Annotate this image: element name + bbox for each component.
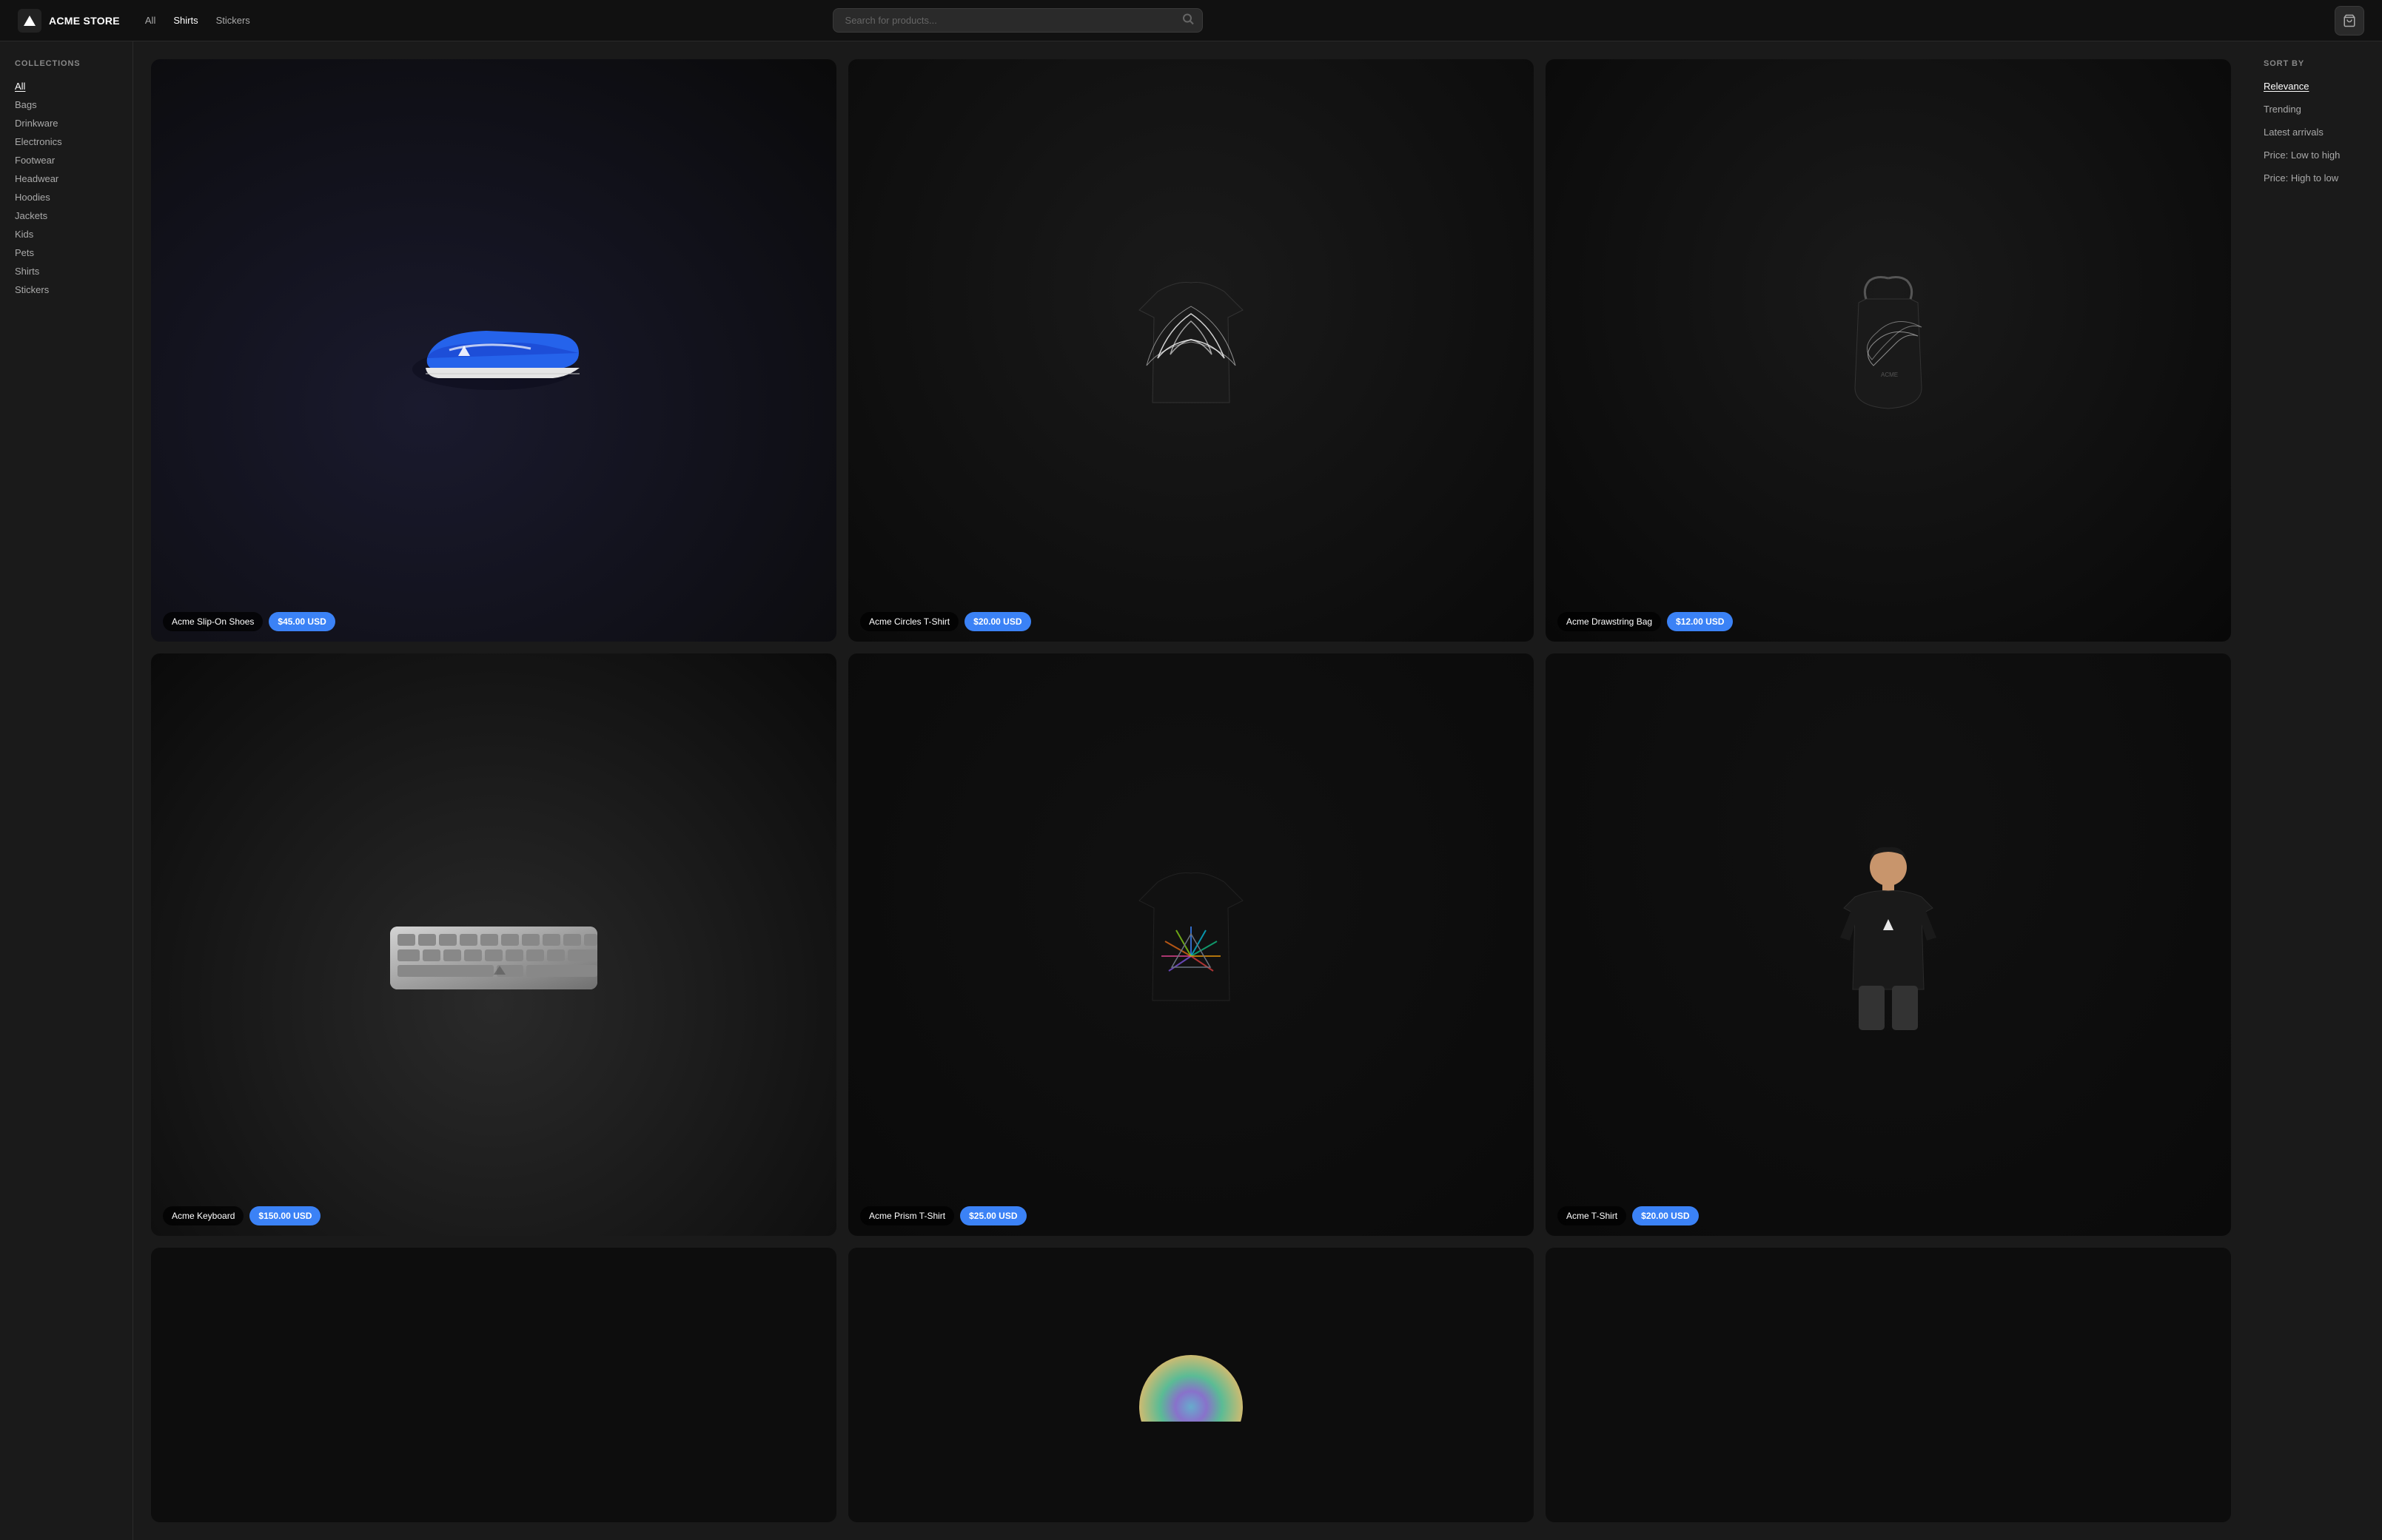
product-bg-9	[1546, 1248, 2231, 1521]
shirt1-illustration	[848, 59, 1534, 642]
product-label-3: Acme Drawstring Bag $12.00 USD	[1546, 602, 2231, 642]
product-price-4: $150.00 USD	[249, 1206, 321, 1225]
product-card-8[interactable]	[848, 1248, 1534, 1521]
product-card-6[interactable]: Acme T-Shirt $20.00 USD	[1546, 653, 2231, 1236]
product-name-4: Acme Keyboard	[163, 1206, 244, 1225]
sort-price-high[interactable]: Price: High to low	[2264, 169, 2367, 187]
product-card-2[interactable]: Acme Circles T-Shirt $20.00 USD	[848, 59, 1534, 642]
cart-icon	[2343, 14, 2356, 27]
bag-illustration: ACME	[1546, 59, 2231, 642]
shirt3-illustration	[1546, 653, 2231, 1236]
main-content: Acme Slip-On Shoes $45.00 USD	[133, 41, 2249, 1540]
cart-button[interactable]	[2335, 6, 2364, 36]
page-layout: Collections All Bags Drinkware Electroni…	[0, 41, 2382, 1540]
nav-item-shirts[interactable]: Shirts	[166, 10, 205, 30]
sidebar-item-bags[interactable]: Bags	[15, 95, 118, 114]
sidebar-item-footwear[interactable]: Footwear	[15, 151, 118, 169]
product-name-6: Acme T-Shirt	[1557, 1206, 1626, 1225]
sort-relevance[interactable]: Relevance	[2264, 77, 2367, 95]
product-price-3: $12.00 USD	[1667, 612, 1733, 631]
product-card-9[interactable]	[1546, 1248, 2231, 1521]
sidebar-item-shirts[interactable]: Shirts	[15, 262, 118, 280]
sidebar-item-pets[interactable]: Pets	[15, 243, 118, 262]
nav-item-all[interactable]: All	[138, 10, 163, 30]
sidebar-item-kids[interactable]: Kids	[15, 225, 118, 243]
product-label-5: Acme Prism T-Shirt $25.00 USD	[848, 1196, 1534, 1236]
sort-title: Sort by	[2264, 59, 2367, 68]
product-price-5: $25.00 USD	[960, 1206, 1026, 1225]
product-grid: Acme Slip-On Shoes $45.00 USD	[151, 59, 2231, 1522]
sidebar-title: Collections	[15, 59, 118, 68]
product-card-3[interactable]: ACME Acme Drawstring Bag $12.00 USD	[1546, 59, 2231, 642]
sidebar-item-hoodies[interactable]: Hoodies	[15, 188, 118, 206]
sidebar: Collections All Bags Drinkware Electroni…	[0, 41, 133, 1540]
sidebar-item-drinkware[interactable]: Drinkware	[15, 114, 118, 132]
sidebar-item-stickers[interactable]: Stickers	[15, 280, 118, 299]
product-label-6: Acme T-Shirt $20.00 USD	[1546, 1196, 2231, 1236]
header: ACME STORE All Shirts Stickers	[0, 0, 2382, 41]
search-bar	[833, 8, 1203, 33]
sidebar-item-all[interactable]: All	[15, 77, 118, 95]
product-card-1[interactable]: Acme Slip-On Shoes $45.00 USD	[151, 59, 836, 642]
logo-text: ACME STORE	[49, 15, 120, 27]
sidebar-item-jackets[interactable]: Jackets	[15, 206, 118, 225]
product-label-1: Acme Slip-On Shoes $45.00 USD	[151, 602, 836, 642]
product-name-1: Acme Slip-On Shoes	[163, 612, 263, 631]
product-card-4[interactable]: Acme Keyboard $150.00 USD	[151, 653, 836, 1236]
logo[interactable]: ACME STORE	[18, 9, 120, 33]
shoe-illustration	[151, 59, 836, 642]
svg-text:ACME: ACME	[1881, 371, 1898, 378]
sort-trending[interactable]: Trending	[2264, 100, 2367, 118]
product-bg-7	[151, 1248, 836, 1521]
search-icon	[1182, 13, 1194, 28]
product-label-2: Acme Circles T-Shirt $20.00 USD	[848, 602, 1534, 642]
sort-price-low[interactable]: Price: Low to high	[2264, 146, 2367, 164]
logo-icon	[18, 9, 41, 33]
product-label-4: Acme Keyboard $150.00 USD	[151, 1196, 836, 1236]
shirt2-illustration	[848, 653, 1534, 1236]
sidebar-item-electronics[interactable]: Electronics	[15, 132, 118, 151]
keyboard-illustration	[151, 653, 836, 1236]
product-price-6: $20.00 USD	[1632, 1206, 1698, 1225]
product-name-2: Acme Circles T-Shirt	[860, 612, 959, 631]
sidebar-item-headwear[interactable]: Headwear	[15, 169, 118, 188]
search-input[interactable]	[833, 8, 1203, 33]
product-card-7[interactable]	[151, 1248, 836, 1521]
product-price-1: $45.00 USD	[269, 612, 335, 631]
nav-item-stickers[interactable]: Stickers	[209, 10, 258, 30]
sort-latest[interactable]: Latest arrivals	[2264, 123, 2367, 141]
product-card-5[interactable]: Acme Prism T-Shirt $25.00 USD	[848, 653, 1534, 1236]
sort-panel: Sort by Relevance Trending Latest arriva…	[2249, 41, 2382, 1540]
product-name-3: Acme Drawstring Bag	[1557, 612, 1661, 631]
header-nav: All Shirts Stickers	[138, 10, 258, 30]
product-price-2: $20.00 USD	[964, 612, 1030, 631]
product-name-5: Acme Prism T-Shirt	[860, 1206, 954, 1225]
shirt4-illustration	[848, 1248, 1534, 1521]
